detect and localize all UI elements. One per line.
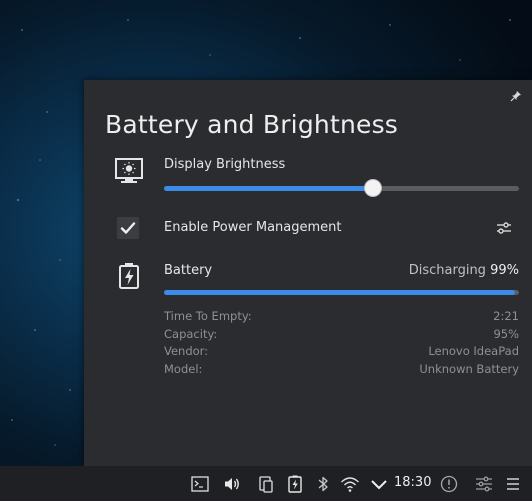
- detail-row-capacity: Capacity: 95%: [164, 326, 519, 344]
- display-brightness-icon: [115, 158, 143, 183]
- expand-tray-icon[interactable]: [369, 474, 389, 494]
- bluetooth-icon[interactable]: [313, 474, 333, 494]
- detail-value: 2:21: [493, 309, 519, 323]
- detail-value: Lenovo IdeaPad: [428, 344, 519, 358]
- taskbar: 18:30: [0, 466, 532, 501]
- battery-level-bar: [164, 290, 519, 295]
- power-management-label: Enable Power Management: [164, 220, 342, 235]
- battery-level-fill: [164, 290, 516, 295]
- checkmark-icon: [120, 222, 136, 234]
- brightness-slider-handle[interactable]: [364, 179, 383, 197]
- detail-value: Unknown Battery: [419, 361, 519, 376]
- popup-title: Battery and Brightness: [105, 110, 399, 139]
- configure-icon[interactable]: [492, 217, 516, 239]
- terminal-icon[interactable]: [190, 474, 210, 494]
- pin-icon[interactable]: [510, 90, 522, 102]
- menu-icon[interactable]: [503, 474, 523, 494]
- brightness-slider-fill: [164, 186, 374, 191]
- detail-key: Vendor:: [164, 344, 209, 358]
- volume-icon[interactable]: [222, 474, 242, 494]
- detail-row-time: Time To Empty: 2:21: [164, 308, 519, 326]
- battery-icon[interactable]: [285, 474, 305, 494]
- battery-percent: 99%: [490, 263, 519, 278]
- clipboard-icon[interactable]: [256, 474, 276, 494]
- battery-state-text: Discharging: [408, 263, 486, 278]
- battery-label: Battery: [164, 263, 213, 278]
- battery-details: Time To Empty: 2:21 Capacity: 95% Vendor…: [164, 308, 519, 378]
- battery-status: Discharging 99%: [409, 263, 519, 278]
- detail-row-model: Model: Unknown Battery: [164, 361, 519, 379]
- battery-brightness-popup: Battery and Brightness Display Brightnes…: [84, 80, 532, 466]
- brightness-label: Display Brightness: [164, 157, 286, 172]
- detail-key: Time To Empty:: [164, 309, 252, 323]
- battery-charging-icon: [119, 263, 139, 289]
- taskbar-clock[interactable]: 18:30: [394, 475, 431, 490]
- detail-key: Capacity:: [164, 326, 218, 341]
- detail-value: 95%: [493, 326, 519, 341]
- settings-sliders-icon[interactable]: [474, 474, 494, 494]
- brightness-slider[interactable]: [164, 179, 519, 197]
- power-management-checkbox[interactable]: [117, 217, 139, 239]
- detail-key: Model:: [164, 361, 203, 376]
- wifi-icon[interactable]: [340, 474, 360, 494]
- notifications-icon[interactable]: [439, 474, 459, 494]
- detail-row-vendor: Vendor: Lenovo IdeaPad: [164, 343, 519, 361]
